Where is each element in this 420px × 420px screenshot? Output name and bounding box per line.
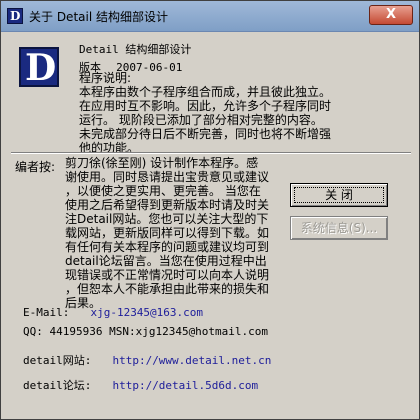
close-button[interactable]: 关 闭 <box>290 183 388 207</box>
editor-note-line: ，但恕本人不能承担由此带来的损失和 <box>65 282 270 296</box>
program-description-line: 本程序由数个子程序组合而成，并且彼此独立。 <box>79 85 332 99</box>
editor-note-line: 使用之后希望得到更新版本时请及时关 <box>65 198 270 212</box>
email-row: E-Mail: xjg-12345@163.com <box>23 301 203 320</box>
system-info-button-label: 系统信息(S)... <box>300 221 378 235</box>
program-description-line: 在应用时互不影响。因此，允许多个子程序同时 <box>79 99 332 113</box>
editor-note-line: detail论坛留言。当您在使用过程中出 <box>65 254 267 268</box>
editor-note-line: 注Detail网站。您也可以关注大型的下 <box>65 212 269 226</box>
detail-logo-icon: D <box>19 47 59 89</box>
qq-msn-line: QQ: 44195936 MSN:xjg12345@hotmail.com <box>23 325 269 338</box>
program-description-line: 运行。 现阶段已添加了部分相对完整的内容。 <box>79 113 323 127</box>
product-name: Detail 结构细部设计 <box>79 43 192 56</box>
app-icon: D <box>7 8 23 24</box>
forum-link[interactable]: http://detail.5d6d.com <box>112 379 258 392</box>
email-link[interactable]: xjg-12345@163.com <box>90 306 203 319</box>
editor-note-line: 谢使用。同时恳请提出宝贵意见或建议 <box>65 170 270 184</box>
program-description-heading: 程序说明: <box>79 71 132 85</box>
logo-letter: D <box>25 47 57 89</box>
title-bar[interactable]: D 关于 Detail 结构细部设计 X <box>1 1 419 32</box>
editor-note: 剪刀徐(徐至刚) 设计制作本程序。感 谢使用。同时恳请提出宝贵意见或建议 ，以便… <box>65 156 285 310</box>
window-close-button[interactable]: X <box>369 5 413 25</box>
editor-note-line: 有任何有关本程序的问题或建议均可到 <box>65 240 270 254</box>
editor-note-line: 现错误或不正常情况时可以向本人说明 <box>65 268 270 282</box>
editor-note-line: 载网站，更新版同样可以得到下载。如 <box>65 226 270 240</box>
editor-note-label: 编者按: <box>15 160 56 174</box>
editor-note-line: 剪刀徐(徐至刚) 设计制作本程序。感 <box>65 156 259 170</box>
website-row: detail网站: http://www.detail.net.cn <box>23 349 271 368</box>
website-link[interactable]: http://www.detail.net.cn <box>112 354 271 367</box>
divider <box>11 152 411 154</box>
system-info-button[interactable]: 系统信息(S)... <box>290 216 388 240</box>
program-description: 程序说明: 本程序由数个子程序组合而成，并且彼此独立。 在应用时互不影响。因此，… <box>79 71 331 155</box>
window-title: 关于 Detail 结构细部设计 <box>29 10 168 24</box>
forum-label: detail论坛: <box>23 379 92 392</box>
editor-note-line: ，以便使之更实用、更完善。 当您在 <box>65 184 261 198</box>
forum-row: detail论坛: http://detail.5d6d.com <box>23 374 258 393</box>
website-label: detail网站: <box>23 354 92 367</box>
about-dialog: D 关于 Detail 结构细部设计 X D Detail 结构细部设计 版本 … <box>0 0 420 420</box>
app-icon-letter: D <box>10 9 21 23</box>
email-label: E-Mail: <box>23 306 70 319</box>
close-button-label: 关 闭 <box>325 188 353 202</box>
program-description-line: 未完成部分待日后不断完善，同时也将不断增强 <box>79 127 332 141</box>
